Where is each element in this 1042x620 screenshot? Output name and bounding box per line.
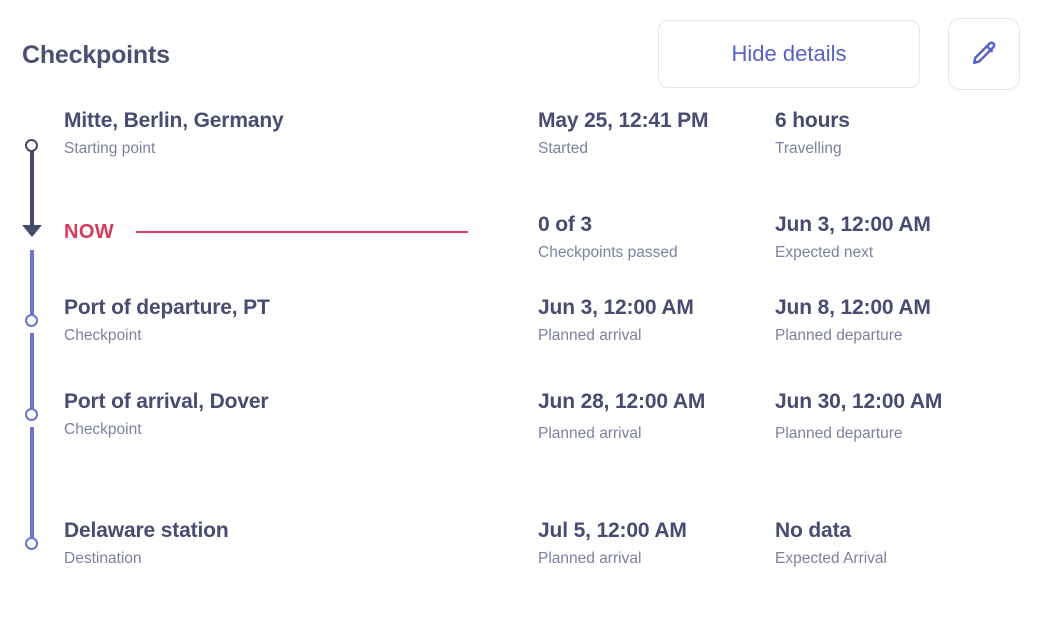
- timeline-row-now[interactable]: NOW 0 of 3 Checkpoints passed Jun 3, 12:…: [0, 202, 1042, 295]
- pencil-icon: [969, 39, 999, 69]
- page-title: Checkpoints: [22, 40, 170, 69]
- now-marker-cell: NOW: [64, 202, 538, 242]
- timeline-rail: [0, 389, 64, 518]
- checkpoint-role: Destination: [64, 549, 142, 567]
- rail-line-below: [30, 144, 34, 202]
- checkpoints-passed-label: Checkpoints passed: [538, 243, 678, 261]
- checkpoint-marker-dot: [25, 408, 38, 421]
- rail-line-below: [30, 333, 34, 389]
- checkpoint-marker-dot: [25, 139, 38, 152]
- checkpoint-name-cell: Delaware station Destination: [64, 518, 538, 568]
- checkpoint-role: Checkpoint: [64, 326, 142, 344]
- rail-line-below: [30, 250, 34, 295]
- card-header: Checkpoints Hide details: [0, 0, 1042, 108]
- checkpoint-mid-value: Jul 5, 12:00 AM: [538, 519, 687, 542]
- checkpoint-right-value: No data: [775, 519, 851, 542]
- checkpoints-card: Checkpoints Hide details Mitte, Berlin, …: [0, 0, 1042, 620]
- checkpoints-passed-value: 0 of 3: [538, 213, 592, 236]
- checkpoint-mid-label: Planned arrival: [538, 326, 642, 344]
- timeline-row[interactable]: Port of departure, PT Checkpoint Jun 3, …: [0, 295, 1042, 389]
- checkpoint-name: Port of departure, PT: [64, 296, 270, 319]
- edit-button[interactable]: [948, 18, 1020, 90]
- now-mid-cell: 0 of 3 Checkpoints passed: [538, 202, 775, 262]
- expected-next-label: Expected next: [775, 243, 874, 261]
- checkpoints-timeline: Mitte, Berlin, Germany Starting point Ma…: [0, 108, 1042, 620]
- timeline-rail: [0, 295, 64, 389]
- checkpoint-right-value: 6 hours: [775, 109, 850, 132]
- checkpoint-marker-dot: [25, 314, 38, 327]
- checkpoint-name: Mitte, Berlin, Germany: [64, 109, 284, 132]
- timeline-rail: [0, 202, 64, 295]
- checkpoint-role: Checkpoint: [64, 420, 142, 438]
- rail-line-above: [30, 202, 34, 225]
- timeline-rail: [0, 518, 64, 612]
- checkpoint-name-cell: Mitte, Berlin, Germany Starting point: [64, 108, 538, 158]
- timeline-row[interactable]: Mitte, Berlin, Germany Starting point Ma…: [0, 108, 1042, 202]
- checkpoint-right-cell: Jun 8, 12:00 AM Planned departure: [775, 295, 1042, 345]
- checkpoint-right-cell: 6 hours Travelling: [775, 108, 1042, 158]
- checkpoint-role: Starting point: [64, 139, 156, 157]
- checkpoint-right-label: Travelling: [775, 139, 842, 157]
- checkpoint-right-cell: No data Expected Arrival: [775, 518, 1042, 568]
- checkpoint-right-label: Planned departure: [775, 326, 903, 344]
- rail-line-below: [30, 427, 34, 518]
- now-right-cell: Jun 3, 12:00 AM Expected next: [775, 202, 1042, 262]
- checkpoint-right-label: Expected Arrival: [775, 549, 887, 567]
- checkpoint-mid-cell: May 25, 12:41 PM Started: [538, 108, 775, 158]
- now-indicator: NOW: [64, 202, 524, 242]
- checkpoint-marker-dot: [25, 537, 38, 550]
- header-actions: Hide details: [658, 18, 1020, 90]
- checkpoint-mid-label: Planned arrival: [538, 424, 642, 442]
- timeline-row[interactable]: Port of arrival, Dover Checkpoint Jun 28…: [0, 389, 1042, 518]
- checkpoint-mid-value: Jun 3, 12:00 AM: [538, 296, 694, 319]
- hide-details-button[interactable]: Hide details: [658, 20, 920, 88]
- checkpoint-right-value: Jun 8, 12:00 AM: [775, 296, 931, 319]
- checkpoint-right-value: Jun 30, 12:00 AM: [775, 390, 943, 413]
- checkpoint-mid-value: Jun 28, 12:00 AM: [538, 390, 706, 413]
- checkpoint-mid-cell: Jun 3, 12:00 AM Planned arrival: [538, 295, 775, 345]
- checkpoint-name: Delaware station: [64, 519, 229, 542]
- checkpoint-mid-label: Started: [538, 139, 588, 157]
- now-divider-line: [136, 231, 469, 233]
- checkpoint-mid-value: May 25, 12:41 PM: [538, 109, 709, 132]
- checkpoint-mid-label: Planned arrival: [538, 549, 642, 567]
- timeline-row[interactable]: Delaware station Destination Jul 5, 12:0…: [0, 518, 1042, 612]
- checkpoint-name: Port of arrival, Dover: [64, 390, 269, 413]
- checkpoint-name-cell: Port of arrival, Dover Checkpoint: [64, 389, 538, 439]
- checkpoint-mid-cell: Jun 28, 12:00 AM Planned arrival: [538, 389, 775, 443]
- now-label: NOW: [64, 221, 115, 243]
- checkpoint-name-cell: Port of departure, PT Checkpoint: [64, 295, 538, 345]
- checkpoint-right-cell: Jun 30, 12:00 AM Planned departure: [775, 389, 1042, 443]
- now-arrow-icon: [22, 225, 42, 237]
- expected-next-value: Jun 3, 12:00 AM: [775, 213, 931, 236]
- checkpoint-right-label: Planned departure: [775, 424, 903, 442]
- timeline-rail: [0, 108, 64, 202]
- checkpoint-mid-cell: Jul 5, 12:00 AM Planned arrival: [538, 518, 775, 568]
